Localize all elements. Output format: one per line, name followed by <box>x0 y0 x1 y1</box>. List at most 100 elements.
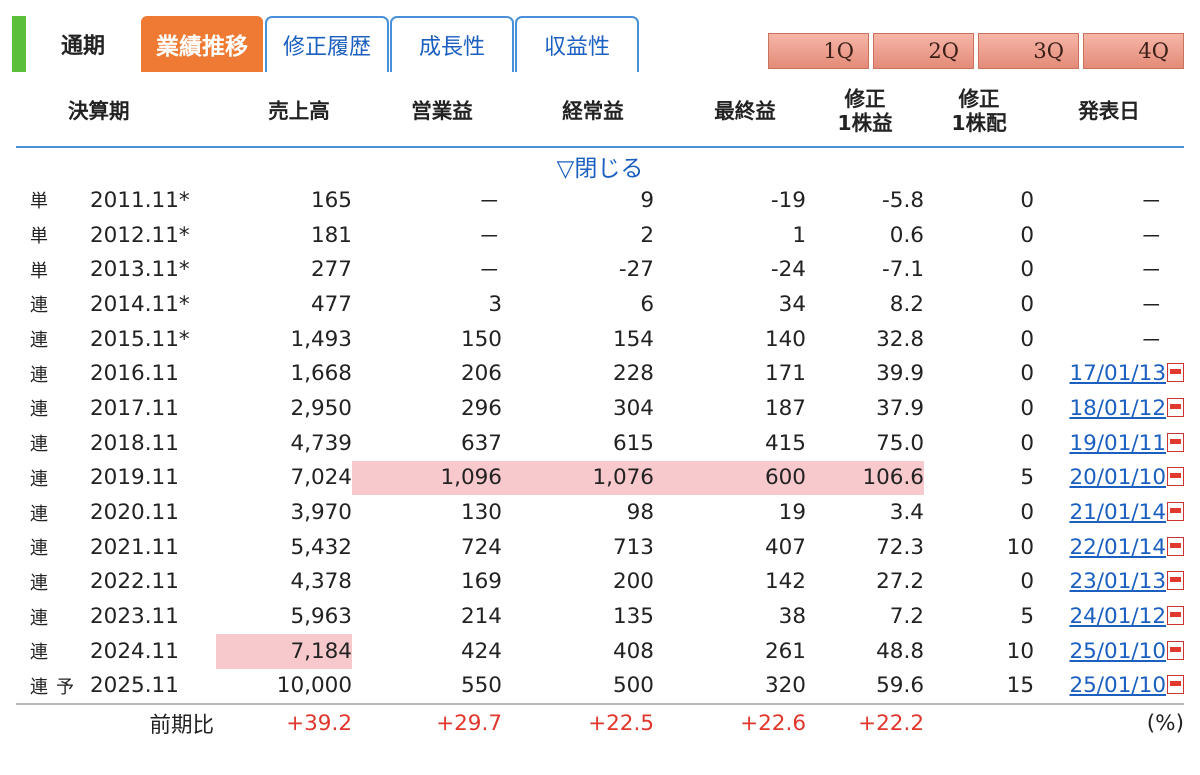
cell-operating: － <box>478 224 500 250</box>
row-period: 2025.11 <box>90 673 179 699</box>
announcement-date-link[interactable]: 23/01/13 <box>1069 569 1166 594</box>
row-period: 2024.11 <box>90 638 179 664</box>
row-period: 2014.11* <box>90 291 190 317</box>
row-type: 単 <box>16 183 86 218</box>
row-type: 連 <box>16 599 86 634</box>
cell-net: 19 <box>778 500 806 526</box>
table-row: 単 2012.11* 181 － 2 1 0.6 0 － <box>16 218 1184 253</box>
pdf-icon[interactable] <box>1167 640 1184 660</box>
pdf-icon[interactable] <box>1167 571 1184 591</box>
row-period: 2019.11 <box>90 465 179 491</box>
cell-operating: 1,096 <box>352 460 502 496</box>
cell-ordinary: 135 <box>612 604 654 630</box>
header-sales: 売上高 <box>268 99 330 124</box>
cell-eps: 0.6 <box>889 222 924 248</box>
quarter-button-2q[interactable]: 2Q <box>873 33 974 69</box>
tab-revision-history[interactable]: 修正履歴 <box>265 16 389 72</box>
row-type: 連予 <box>16 669 86 705</box>
header-operating: 営業益 <box>411 99 473 124</box>
announcement-date-link[interactable]: 25/01/10 <box>1069 639 1166 664</box>
announcement-date-link[interactable]: 25/01/10 <box>1069 673 1166 698</box>
quarter-button-4q[interactable]: 4Q <box>1083 33 1184 69</box>
earnings-table: 決算期 売上高 営業益 経常益 最終益 修正 1株益 修正 1株配 発表日 ▽閉… <box>16 78 1184 742</box>
pdf-icon[interactable] <box>1167 606 1184 626</box>
cell-dividend: 10 <box>1006 638 1034 664</box>
pdf-icon[interactable] <box>1167 502 1184 522</box>
row-type: 連 <box>16 495 86 530</box>
row-period: 2016.11 <box>90 361 179 387</box>
table-row: 連 2015.11* 1,493 150 154 140 32.8 0 － <box>16 322 1184 357</box>
table-row: 連 2016.11 1,668 206 228 171 39.9 0 17/01/13 <box>16 356 1184 391</box>
announcement-date-link[interactable]: 17/01/13 <box>1069 361 1166 386</box>
row-period: 2012.11* <box>90 222 190 248</box>
cell-net: 38 <box>778 604 806 630</box>
cell-eps: 3.4 <box>889 500 924 526</box>
row-type: 単 <box>16 252 86 287</box>
cell-date: 25/01/10 <box>1034 669 1184 705</box>
cell-dividend: 0 <box>1020 326 1034 352</box>
row-type: 連 <box>16 287 86 322</box>
cell-sales: 1,493 <box>290 326 352 352</box>
yoy-label: 前期比 <box>16 703 216 742</box>
pdf-icon[interactable] <box>1167 536 1184 556</box>
table-row: 連予 2025.11 10,000 550 500 320 59.6 15 25/01/10 <box>16 669 1184 705</box>
cell-date: 17/01/13 <box>1034 356 1184 391</box>
announcement-date-link[interactable]: 21/01/14 <box>1069 500 1166 525</box>
table-row: 連 2024.11 7,184 424 408 261 48.8 10 25/01/10 <box>16 633 1184 669</box>
cell-ordinary: 408 <box>612 638 654 664</box>
row-type: 連 <box>16 461 86 496</box>
cell-date: － <box>1140 224 1162 250</box>
announcement-date-link[interactable]: 19/01/11 <box>1069 431 1166 456</box>
announcement-date-link[interactable]: 24/01/12 <box>1069 604 1166 629</box>
cell-sales: 3,970 <box>290 500 352 526</box>
cell-date: 25/01/10 <box>1034 634 1184 669</box>
pdf-icon[interactable] <box>1167 675 1184 695</box>
table-row: 連 2023.11 5,963 214 135 38 7.2 5 24/01/12 <box>16 599 1184 634</box>
header-dividend: 修正 1株配 <box>924 78 1034 147</box>
cell-operating: 296 <box>460 395 502 421</box>
yoy-operating: +29.7 <box>352 703 502 742</box>
row-type: 連 <box>16 356 86 391</box>
tab-performance[interactable]: 業績推移 <box>141 16 263 72</box>
row-type-label: 連 <box>30 642 48 664</box>
cell-sales: 477 <box>310 291 352 317</box>
row-period: 2022.11 <box>90 569 179 595</box>
announcement-date-link[interactable]: 20/01/10 <box>1069 465 1166 490</box>
quarter-button-1q[interactable]: 1Q <box>768 33 869 69</box>
cell-operating: 150 <box>460 326 502 352</box>
pdf-icon[interactable] <box>1167 363 1184 383</box>
pdf-icon[interactable] <box>1167 432 1184 452</box>
row-type-label: 連 <box>30 330 48 352</box>
tab-growth[interactable]: 成長性 <box>390 16 514 72</box>
cell-net: 142 <box>764 569 806 595</box>
pdf-icon[interactable] <box>1167 397 1184 417</box>
row-type-label: 連 <box>30 676 48 698</box>
row-type-label: 連 <box>30 538 48 560</box>
cell-sales: 7,024 <box>290 465 352 491</box>
row-period: 2013.11* <box>90 257 190 283</box>
cell-sales: 165 <box>310 187 352 213</box>
cell-ordinary: 2 <box>640 222 654 248</box>
yoy-row: 前期比 +39.2 +29.7 +22.5 +22.6 +22.2 (%) <box>16 703 1184 742</box>
cell-net: 415 <box>764 430 806 456</box>
cell-date: 23/01/13 <box>1034 565 1184 600</box>
table-row: 連 2021.11 5,432 724 713 407 72.3 10 22/01/14 <box>16 530 1184 565</box>
quarter-button-3q[interactable]: 3Q <box>978 33 1079 69</box>
yoy-sales: +39.2 <box>216 703 352 742</box>
announcement-date-link[interactable]: 22/01/14 <box>1069 535 1166 560</box>
announcement-date-link[interactable]: 18/01/12 <box>1069 396 1166 421</box>
cell-ordinary: 615 <box>612 430 654 456</box>
cell-net: 261 <box>764 638 806 664</box>
cell-net: 34 <box>778 291 806 317</box>
cell-eps: 75.0 <box>876 430 924 456</box>
cell-net: 1 <box>792 222 806 248</box>
pdf-icon[interactable] <box>1167 467 1184 487</box>
cell-dividend: 0 <box>1020 395 1034 421</box>
row-type-label: 連 <box>30 572 48 594</box>
cell-ordinary: 98 <box>626 500 654 526</box>
tab-profitability[interactable]: 収益性 <box>515 16 639 72</box>
row-period: 2020.11 <box>90 500 179 526</box>
header-div-line2: 1株配 <box>951 111 1007 135</box>
row-type: 単 <box>16 218 86 253</box>
close-toggle-link[interactable]: ▽閉じる <box>557 156 644 182</box>
